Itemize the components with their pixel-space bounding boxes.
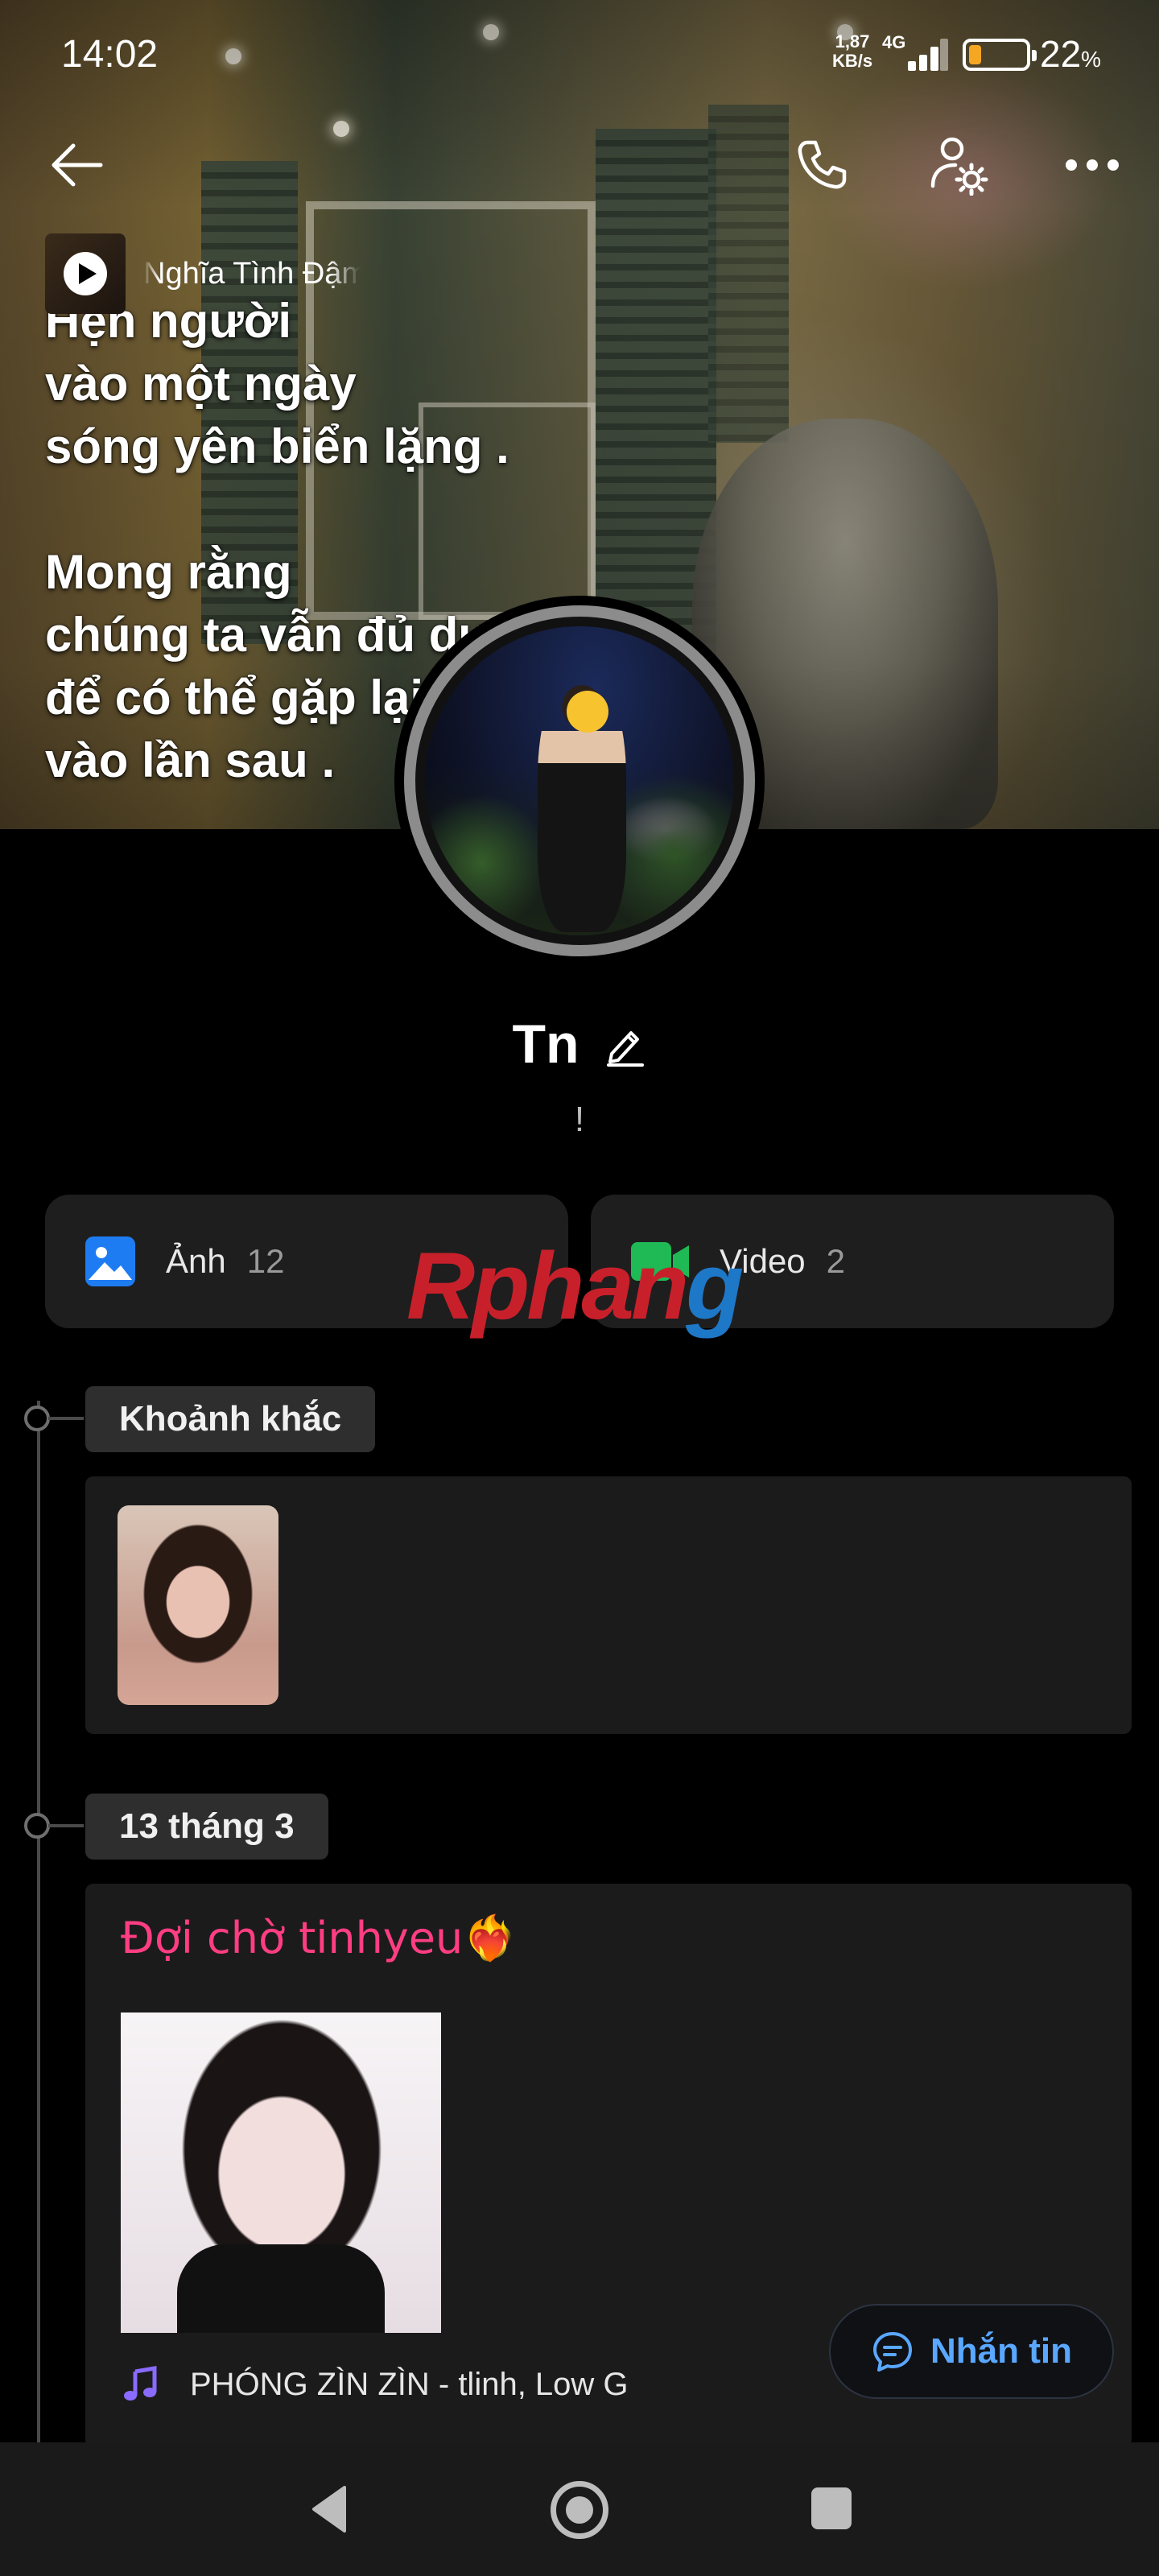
videos-card[interactable]: Video 2: [591, 1195, 1114, 1328]
moments-tag: Khoảnh khắc: [85, 1386, 376, 1452]
profile-settings-button[interactable]: [922, 129, 995, 201]
signal-icon: [893, 35, 948, 71]
system-navigation-bar: [0, 2442, 1159, 2576]
video-camera-icon: [631, 1242, 689, 1281]
post-title: Đợi chờ tinhyeu❤️‍🔥: [121, 1913, 518, 1963]
battery-icon: [963, 39, 1037, 71]
edit-pencil-icon[interactable]: [602, 1022, 647, 1067]
nav-recents-icon[interactable]: [811, 2487, 852, 2529]
arrow-left-icon: [52, 143, 103, 187]
more-options-button[interactable]: [1056, 129, 1128, 201]
back-button[interactable]: [40, 129, 113, 201]
moments-section: [85, 1476, 1132, 1734]
network-speed-value: 1,87: [835, 31, 870, 52]
user-settings-icon: [930, 137, 988, 196]
timeline-node: [24, 1406, 50, 1431]
post-song[interactable]: PHÓNG ZÌN ZÌN - tlinh, Low G: [121, 2365, 629, 2404]
profile-music-title: Nghĩa Tình Đậm: [143, 256, 361, 291]
profile-name: Tn: [512, 1013, 580, 1075]
photos-label: Ảnh: [166, 1242, 226, 1280]
videos-count: 2: [826, 1242, 846, 1280]
nav-back-icon[interactable]: [304, 2481, 361, 2537]
post-photo[interactable]: [121, 2013, 441, 2333]
photos-card[interactable]: Ảnh 12: [45, 1195, 568, 1328]
call-button[interactable]: [786, 129, 858, 201]
timeline-node: [24, 1813, 50, 1839]
phone-icon: [798, 140, 847, 189]
photos-count: 12: [246, 1242, 285, 1280]
nav-home-icon[interactable]: [551, 2481, 608, 2539]
message-button-label: Nhắn tin: [930, 2331, 1072, 2371]
avatar-photo: [425, 626, 734, 935]
play-icon[interactable]: [64, 252, 107, 295]
videos-label: Video: [720, 1242, 806, 1280]
music-note-icon: [124, 2366, 157, 2401]
image-icon: [85, 1236, 135, 1286]
profile-bio: !: [574, 1100, 585, 1139]
clock: 14:02: [61, 33, 159, 76]
more-horizontal-icon: [1066, 159, 1119, 171]
post-song-title: PHÓNG ZÌN ZÌN - tlinh, Low G: [190, 2366, 629, 2402]
timeline-line: [37, 1401, 40, 2447]
moment-thumbnail[interactable]: [118, 1505, 278, 1705]
profile-name-row: Tn: [0, 1013, 1159, 1075]
date-tag: 13 tháng 3: [85, 1794, 328, 1860]
music-thumbnail: [45, 233, 126, 314]
status-bar: 14:02 1,87 KB/s 4G 22%: [0, 0, 1159, 105]
avatar[interactable]: [394, 596, 765, 966]
message-button[interactable]: Nhắn tin: [829, 2304, 1114, 2399]
chat-bubble-icon: [873, 2332, 912, 2372]
profile-music-chip[interactable]: Nghĩa Tình Đậm: [45, 233, 361, 314]
battery-percent: 22%: [1040, 33, 1102, 75]
heart-fire-emoji: ❤️‍🔥: [463, 1913, 518, 1963]
network-speed: 1,87 KB/s: [824, 32, 881, 71]
face-emoji-sticker: [567, 691, 608, 733]
network-speed-unit: KB/s: [831, 51, 873, 71]
